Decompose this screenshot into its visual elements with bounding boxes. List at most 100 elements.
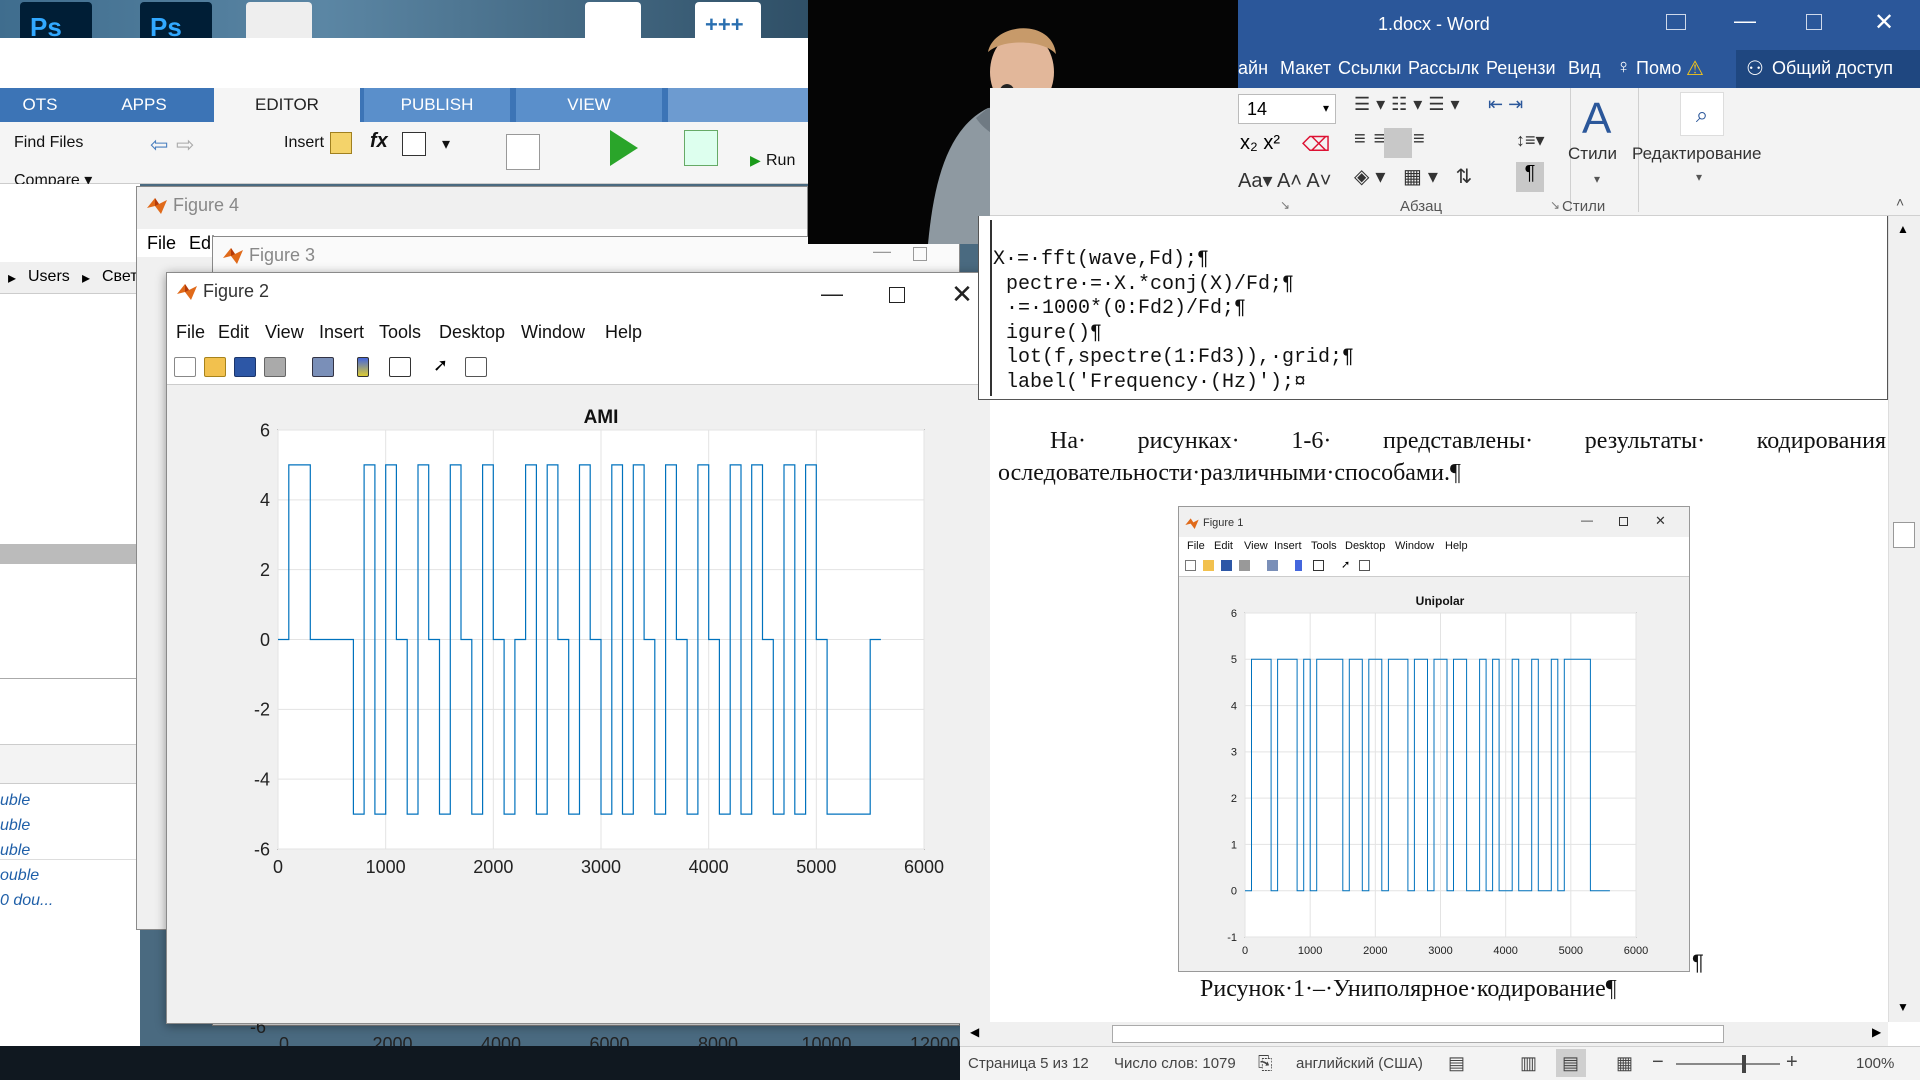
horizontal-scrollbar[interactable]: ◀ ▶ — [960, 1022, 1888, 1046]
breakpoints-icon[interactable] — [506, 134, 540, 170]
page-indicator[interactable]: Страница 5 из 12 — [968, 1055, 1089, 1072]
workspace-value[interactable]: uble — [0, 817, 30, 835]
save-icon[interactable] — [234, 357, 256, 377]
minimize-icon[interactable]: — — [817, 281, 847, 307]
paragraph-dialog-launcher-icon[interactable]: ↘ — [1550, 198, 1560, 212]
run-and-advance-icon[interactable] — [684, 130, 718, 166]
subscript-icon[interactable]: x₂ x² — [1240, 132, 1280, 155]
hscroll-thumb[interactable] — [1112, 1025, 1724, 1043]
breadcrumb-users[interactable]: Users — [28, 268, 70, 286]
scroll-left-icon[interactable]: ◀ — [970, 1025, 979, 1039]
search-icon[interactable]: ⌕ — [1680, 92, 1724, 136]
body-paragraph-line1[interactable]: На· рисунках· 1-6· представлены· результ… — [1050, 428, 1894, 455]
tell-me-help[interactable]: Помо — [1636, 58, 1681, 79]
tab-view[interactable]: Вид — [1568, 58, 1601, 79]
menu-file[interactable]: File — [176, 322, 205, 343]
tab-apps[interactable]: APPS — [84, 88, 204, 122]
legend-icon[interactable] — [389, 357, 411, 377]
tab-publish[interactable]: PUBLISH — [364, 88, 510, 122]
zoom-out-icon[interactable]: − — [1652, 1051, 1664, 1074]
function-icon[interactable] — [402, 132, 426, 156]
insert-button[interactable]: Insert — [284, 134, 324, 152]
print-icon[interactable] — [264, 357, 286, 377]
insert-section-icon[interactable] — [330, 132, 352, 154]
run-icon[interactable] — [610, 130, 638, 166]
tab-layout[interactable]: Макет — [1280, 58, 1331, 79]
scroll-thumb[interactable] — [1893, 522, 1915, 548]
code-line[interactable]: X·=·fft(wave,Fd);¶ — [993, 248, 1209, 271]
run-section-icon[interactable]: ▶ — [750, 152, 761, 169]
clear-format-icon[interactable]: ⌫ — [1302, 132, 1330, 157]
link-plot-icon[interactable] — [312, 357, 334, 377]
menu-tools[interactable]: Tools — [379, 322, 421, 343]
word-count[interactable]: Число слов: 1079 — [1114, 1055, 1236, 1072]
vertical-scrollbar[interactable]: ▲ ▼ — [1888, 216, 1920, 1022]
menu-window[interactable]: Window — [521, 322, 585, 343]
code-line[interactable]: ·=·1000*(0:Fd2)/Fd;¶ — [1006, 297, 1246, 320]
workspace-value[interactable]: uble — [0, 842, 30, 860]
tab-view[interactable]: VIEW — [516, 88, 662, 122]
close-icon[interactable]: ✕ — [1874, 8, 1894, 37]
body-paragraph-line2[interactable]: оследовательности·различными·способами.¶ — [998, 460, 1461, 487]
read-mode-icon[interactable]: ▥ — [1520, 1053, 1537, 1074]
language-indicator[interactable]: английский (США) — [1296, 1055, 1423, 1072]
font-size-box[interactable]: 14 ▾ — [1238, 94, 1336, 124]
font-dialog-launcher-icon[interactable]: ↘ — [1280, 198, 1290, 212]
menu-help[interactable]: Help — [605, 322, 642, 343]
new-figure-icon[interactable] — [174, 357, 196, 377]
share-button[interactable]: ⚇ Общий доступ — [1736, 50, 1920, 88]
figure2-titlebar[interactable]: Figure 2 — ✕ — [167, 273, 1008, 317]
list-icons[interactable]: ☰▾☷▾☰▾ — [1354, 94, 1466, 115]
scroll-down-icon[interactable]: ▼ — [1897, 1000, 1909, 1014]
lightbulb-icon[interactable]: ♀ — [1616, 56, 1631, 79]
maximize-icon[interactable] — [889, 287, 905, 303]
change-case-icon[interactable]: Aa▾ A˄ A˅ — [1238, 168, 1331, 193]
breadcrumb-folder[interactable]: Свет — [102, 268, 138, 286]
align-icons[interactable]: ≡≡≡≡ — [1354, 128, 1504, 158]
back-icon[interactable]: ⇦ — [150, 132, 168, 158]
menu-insert[interactable]: Insert — [319, 322, 364, 343]
zoom-slider-thumb[interactable] — [1742, 1055, 1746, 1073]
indent-icons[interactable]: ⇤ ⇥ — [1488, 94, 1523, 115]
photoshop-icon[interactable]: Ps — [20, 2, 92, 38]
breadcrumb-arrow-icon[interactable]: ▸ — [8, 268, 16, 288]
web-layout-icon[interactable]: ▦ — [1616, 1053, 1633, 1074]
code-line[interactable]: pectre·=·X.*conj(X)/Fd;¶ — [1006, 273, 1294, 296]
image-file-icon[interactable] — [246, 2, 312, 38]
open-file-icon[interactable] — [204, 357, 226, 377]
styles-button[interactable]: Стили — [1568, 144, 1617, 164]
code-line[interactable]: igure()¶ — [1006, 322, 1102, 345]
tab-mailings[interactable]: Рассылк — [1408, 58, 1479, 79]
editing-button[interactable]: Редактирование — [1632, 144, 1762, 164]
ribbon-display-icon[interactable] — [1666, 14, 1686, 30]
print-layout-icon[interactable]: ▤ — [1562, 1053, 1579, 1074]
minimize-icon[interactable]: — — [873, 241, 891, 262]
tab-references[interactable]: Ссылки — [1338, 58, 1401, 79]
property-editor-icon[interactable] — [465, 357, 487, 377]
zoom-level[interactable]: 100% — [1856, 1055, 1894, 1072]
workspace-value[interactable]: ouble — [0, 867, 39, 885]
find-files-button[interactable]: Find Files — [14, 134, 83, 152]
maximize-icon[interactable] — [913, 247, 927, 261]
tab-review[interactable]: Рецензи — [1486, 58, 1556, 79]
warning-icon[interactable]: ⚠ — [1686, 56, 1704, 81]
show-marks-icon[interactable]: ¶ — [1516, 162, 1544, 192]
chevron-down-icon[interactable]: ▾ — [1696, 170, 1702, 184]
menu-file[interactable]: File — [147, 233, 176, 254]
proofing-icon[interactable]: ⎘ — [1258, 1053, 1272, 1074]
app-icon[interactable] — [585, 2, 641, 38]
shading-borders-icons[interactable]: ◈▾ ▦▾ ⇅ — [1354, 164, 1478, 189]
menu-view[interactable]: View — [265, 322, 304, 343]
workspace-value[interactable]: uble — [0, 792, 30, 810]
figure-caption[interactable]: Рисунок·1·–·Униполярное·кодирование¶ — [1200, 976, 1617, 1003]
tab-design[interactable]: айн — [1238, 58, 1268, 79]
breadcrumb-arrow-icon[interactable]: ▸ — [82, 268, 90, 288]
menu-desktop[interactable]: Desktop — [439, 322, 505, 343]
styles-icon[interactable]: A — [1582, 94, 1611, 144]
collapse-ribbon-icon[interactable]: ˄ — [1896, 194, 1904, 210]
zoom-slider-track[interactable] — [1676, 1063, 1780, 1065]
figure1-image[interactable]: Figure 1 — ✕ File Edit View Insert Tools… — [1178, 506, 1690, 972]
align-center-selected[interactable] — [1384, 128, 1412, 158]
code-line[interactable]: label('Frequency·(Hz)');¤ — [1006, 371, 1306, 394]
line-spacing-icon[interactable]: ↕≡▾ — [1516, 130, 1545, 151]
